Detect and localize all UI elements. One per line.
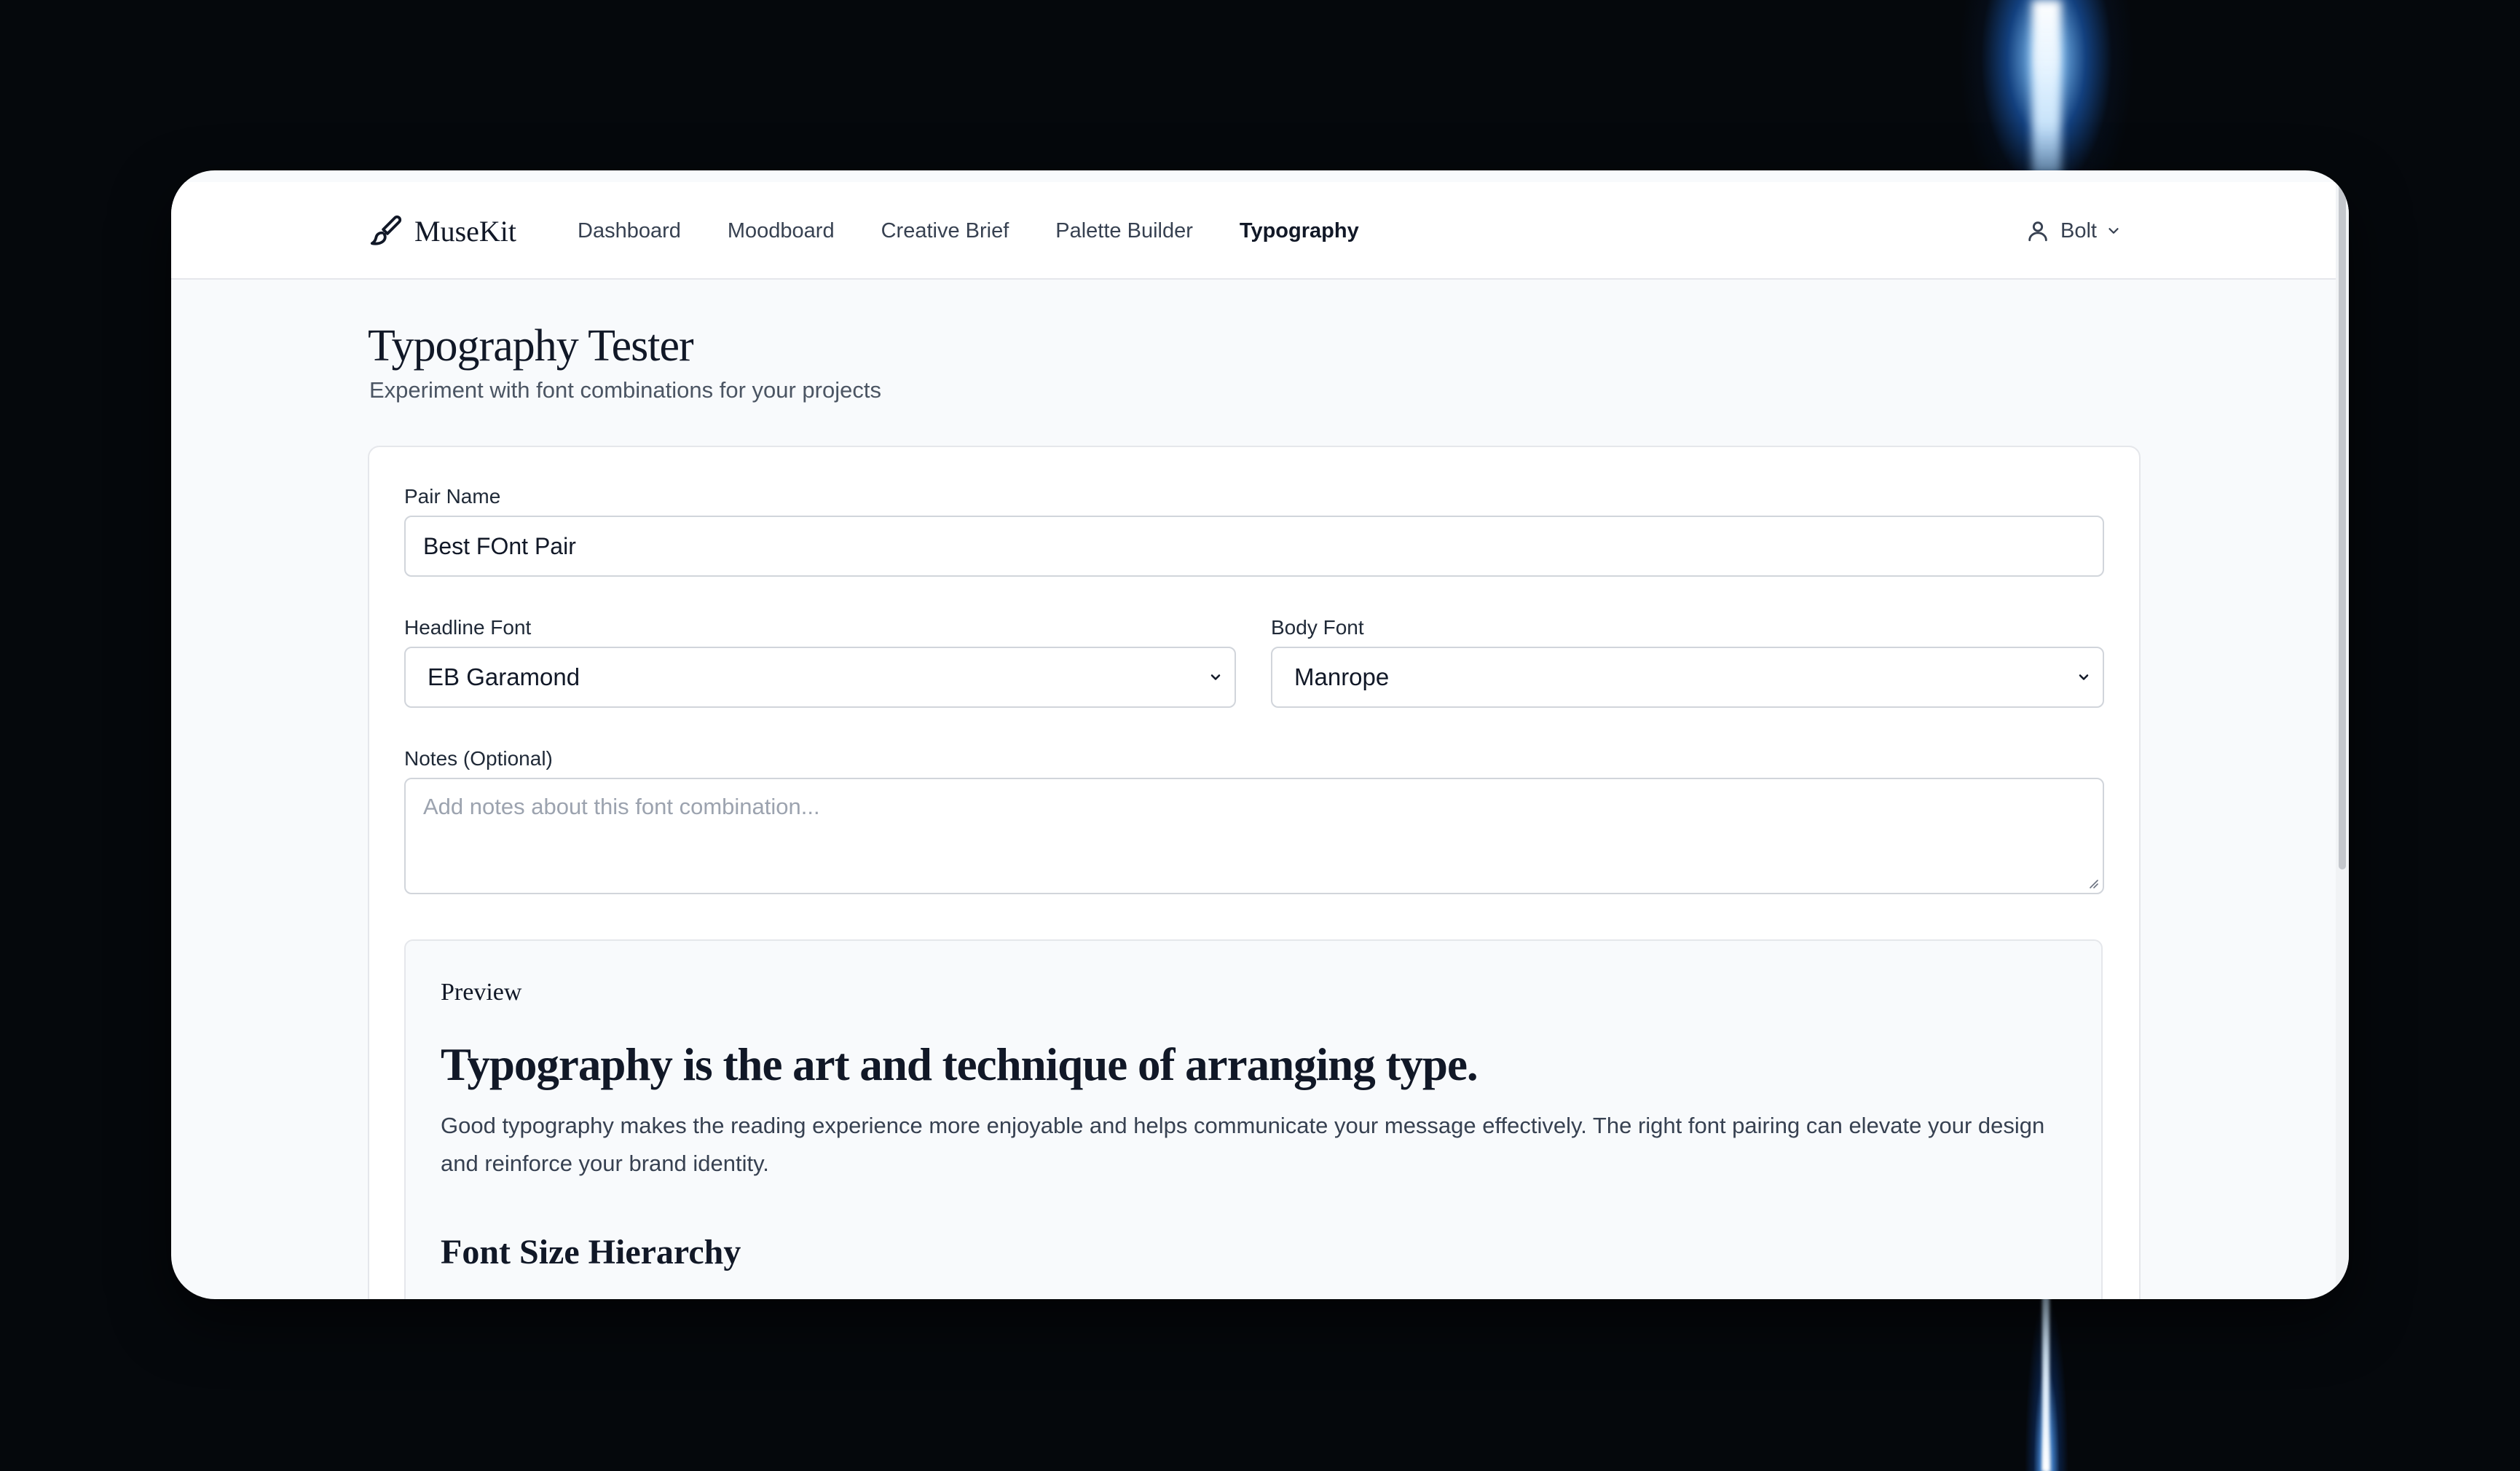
preview-headline: Typography is the art and technique of a… — [441, 1039, 1478, 1090]
body-font-select[interactable]: Manrope — [1271, 647, 2104, 708]
page-title: Typography Tester — [368, 321, 694, 371]
app-name: MuseKit — [414, 214, 516, 248]
nav-dashboard[interactable]: Dashboard — [578, 219, 681, 243]
user-name: Bolt — [2060, 218, 2097, 242]
resize-handle-icon[interactable] — [2087, 877, 2098, 888]
paintbrush-icon — [370, 215, 402, 245]
nav-moodboard[interactable]: Moodboard — [728, 219, 835, 243]
preview-subheading: Font Size Hierarchy — [441, 1233, 741, 1271]
page-subtitle: Experiment with font combinations for yo… — [369, 377, 881, 403]
top-navbar: MuseKit Dashboard Moodboard Creative Bri… — [171, 182, 2336, 280]
main-nav: Dashboard Moodboard Creative Brief Palet… — [578, 211, 1406, 251]
notes-textarea[interactable]: Add notes about this font combination... — [404, 778, 2104, 894]
chevron-down-icon — [2108, 228, 2119, 234]
pair-name-input[interactable]: Best FOnt Pair — [404, 516, 2104, 577]
notes-placeholder: Add notes about this font combination... — [423, 794, 820, 819]
body-font-label: Body Font — [1271, 616, 1364, 639]
background-glow-core — [2032, 0, 2061, 175]
scrollbar[interactable] — [2336, 182, 2349, 1299]
pair-name-label: Pair Name — [404, 485, 501, 508]
body-font-value: Manrope — [1294, 663, 1390, 690]
logo[interactable]: MuseKit — [369, 211, 516, 251]
user-icon — [2028, 221, 2047, 242]
nav-palette-builder[interactable]: Palette Builder — [1055, 219, 1193, 243]
typography-form-card: Pair Name Best FOnt Pair Headline Font E… — [368, 446, 2141, 1299]
chevron-down-icon — [1210, 674, 1221, 680]
notes-label: Notes (Optional) — [404, 747, 553, 770]
scrollbar-thumb[interactable] — [2339, 182, 2346, 869]
preview-panel: Preview Typography is the art and techni… — [404, 939, 2103, 1299]
chevron-down-icon — [2079, 674, 2089, 680]
headline-font-value: EB Garamond — [428, 663, 580, 690]
pair-name-value: Best FOnt Pair — [423, 532, 576, 559]
headline-font-select[interactable]: EB Garamond — [404, 647, 1236, 708]
app-viewport: MuseKit Dashboard Moodboard Creative Bri… — [171, 182, 2336, 1299]
app-window: MuseKit Dashboard Moodboard Creative Bri… — [171, 170, 2349, 1299]
background-light-line — [2042, 1296, 2050, 1471]
nav-creative-brief[interactable]: Creative Brief — [881, 219, 1009, 243]
nav-typography[interactable]: Typography — [1240, 219, 1359, 243]
preview-body-text: Good typography makes the reading experi… — [441, 1113, 2045, 1176]
preview-label: Preview — [441, 979, 522, 1006]
user-menu[interactable]: Bolt — [2025, 211, 2122, 251]
headline-font-label: Headline Font — [404, 616, 532, 639]
